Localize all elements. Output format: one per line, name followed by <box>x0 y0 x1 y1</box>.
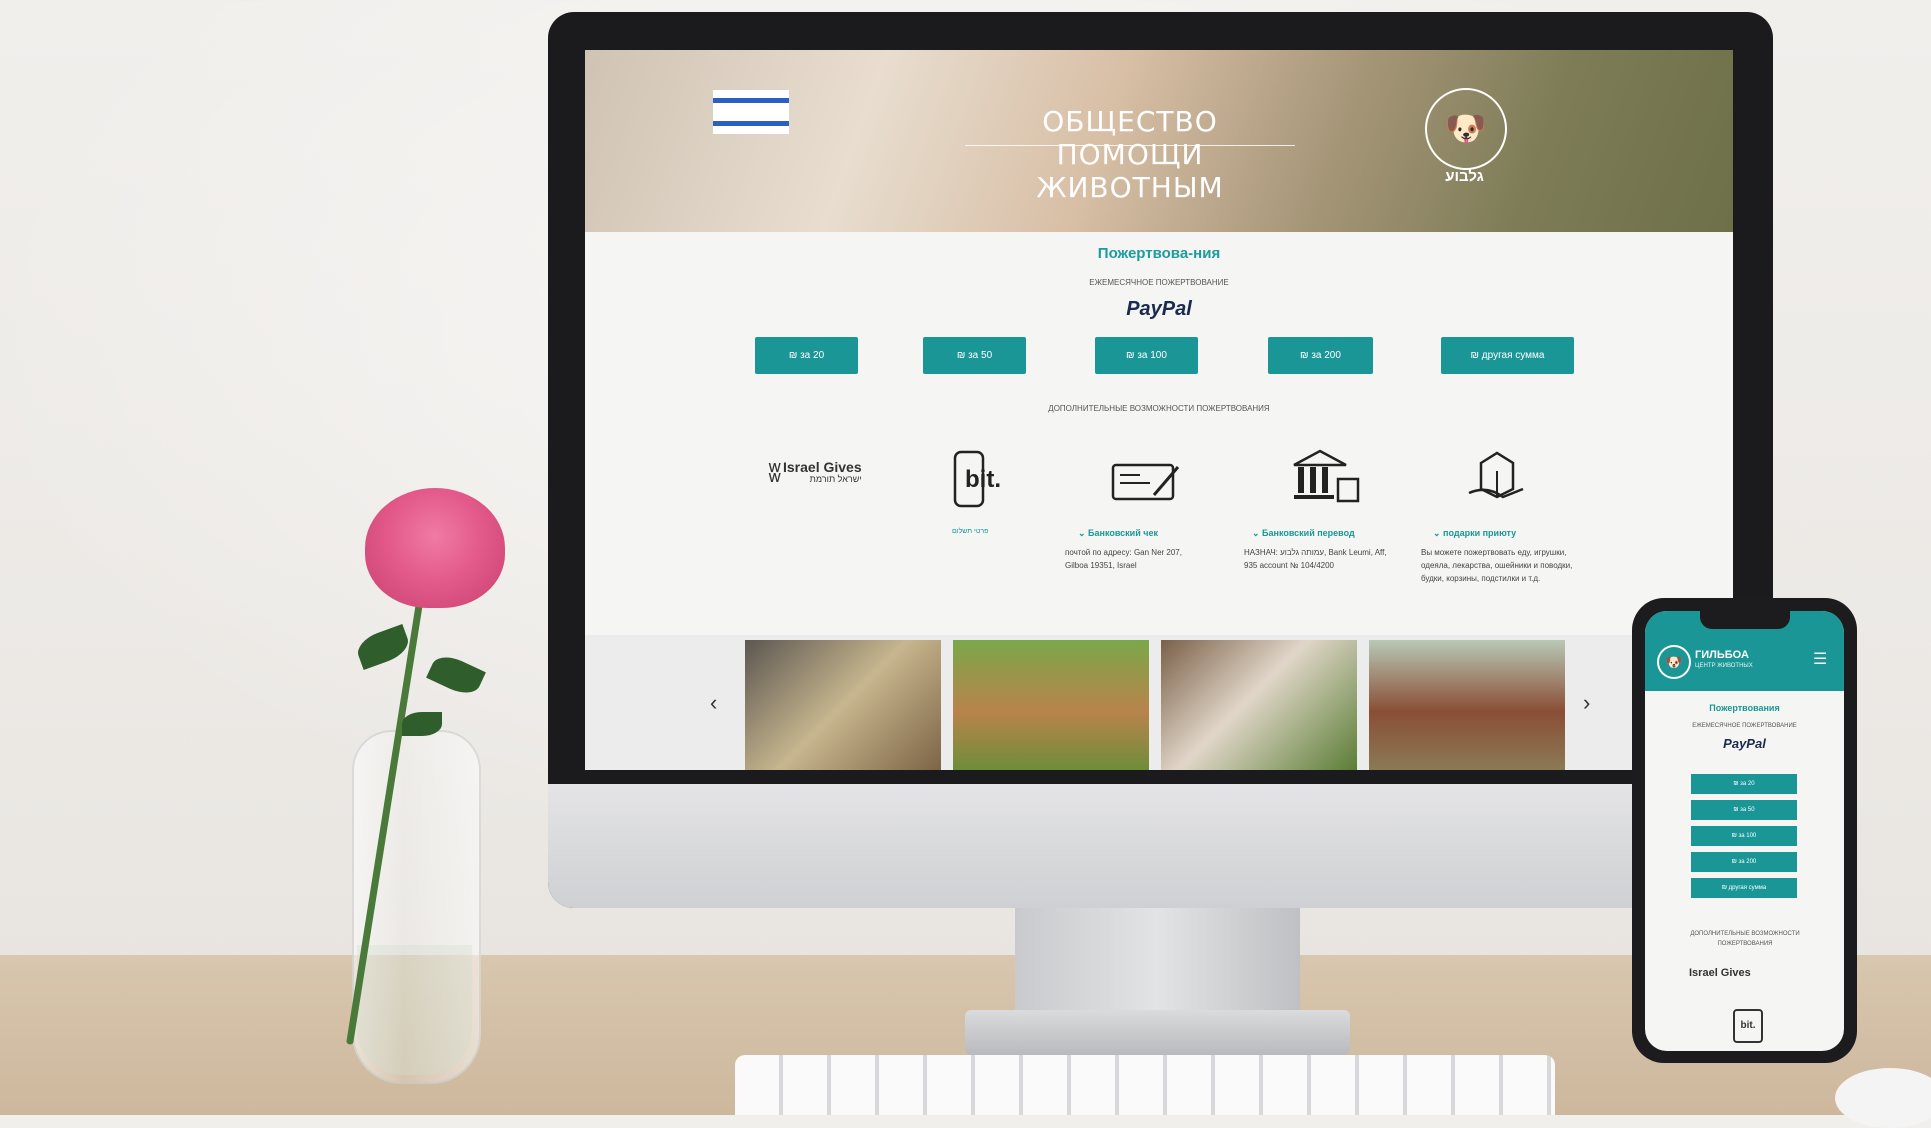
dog-gallery: ‹ › <box>585 635 1733 770</box>
butterfly-icon: ʬ <box>768 457 781 488</box>
phone-monthly-label: ЕЖЕМЕСЯЧНОЕ ПОЖЕРТВОВАНИЕ <box>1692 723 1797 729</box>
dog-photo <box>1161 640 1357 770</box>
gallery-next-arrow-icon[interactable]: › <box>1583 690 1590 716</box>
phone-donate-200-button[interactable]: ₪ за 200 <box>1691 852 1797 872</box>
check-title-label: Банковский чек <box>1088 528 1158 538</box>
gift-text: Вы можете пожертвовать еду, игрушки, оде… <box>1421 548 1573 583</box>
check-title[interactable]: ⌄ Банковский чек <box>1078 528 1158 539</box>
phone-donate-50-button[interactable]: ₪ за 50 <box>1691 800 1797 820</box>
gift-title[interactable]: ⌄ подарки приюту <box>1433 528 1516 539</box>
monitor-stand-base <box>965 1010 1350 1055</box>
phone-donate-other-button[interactable]: ₪ другая сумма <box>1691 878 1797 898</box>
phone-notch <box>1700 611 1790 629</box>
logo-text: גלבוע <box>1445 168 1484 185</box>
bit-label: bit. <box>965 466 1001 493</box>
phone-donate-20-button[interactable]: ₪ за 20 <box>1691 774 1797 794</box>
phone-brand: ГИЛЬБОА <box>1695 649 1749 661</box>
bit-logo[interactable]: bit. <box>949 448 1011 510</box>
phone-header: 🐶 ГИЛЬБОА ЦЕНТР ЖИВОТНЫХ ☰ <box>1645 611 1844 691</box>
israel-flag-icon <box>713 90 789 134</box>
gallery-prev-arrow-icon[interactable]: ‹ <box>710 690 717 716</box>
rose-leaf <box>402 712 442 736</box>
donate-100-button[interactable]: ₪ за 100 <box>1095 337 1198 374</box>
donate-50-button[interactable]: ₪ за 50 <box>923 337 1026 374</box>
phone-dog-logo-icon[interactable]: 🐶 <box>1657 645 1691 679</box>
dog-photo <box>953 640 1149 770</box>
mouse <box>1835 1068 1931 1128</box>
donate-other-button[interactable]: ₪ другая сумма <box>1441 337 1574 374</box>
phone-extra-title: ДОПОЛНИТЕЛЬНЫЕ ВОЗМОЖНОСТИ ПОЖЕРТВОВАНИЯ <box>1690 931 1800 947</box>
title-underline <box>965 145 1295 146</box>
monthly-donation-label: ЕЖЕМЕСЯЧНОЕ ПОЖЕРТВОВАНИЕ <box>1089 278 1229 287</box>
extra-options-title: ДОПОЛНИТЕЛЬНЫЕ ВОЗМОЖНОСТИ ПОЖЕРТВОВАНИЯ <box>1048 404 1270 413</box>
donate-200-button[interactable]: ₪ за 200 <box>1268 337 1373 374</box>
phone-israel-gives-logo[interactable]: Israel Gives <box>1689 967 1751 979</box>
dog-photo <box>745 640 941 770</box>
bank-transfer-text: НАЗНАЧ: עמותה גלבוע, Bank Leumi, Aff, 93… <box>1244 548 1387 570</box>
gift-box-icon <box>1461 445 1533 509</box>
bank-transfer-title[interactable]: ⌄ Банковский перевод <box>1252 528 1355 539</box>
dog-logo-icon[interactable]: 🐶 <box>1425 88 1507 170</box>
hamburger-menu-icon[interactable]: ☰ <box>1813 649 1827 669</box>
monitor-chin <box>548 784 1773 908</box>
phone-screen: 🐶 ГИЛЬБОА ЦЕНТР ЖИВОТНЫХ ☰ Пожертвования… <box>1645 611 1844 1051</box>
hero-banner: ОБЩЕСТВО ПОМОЩИ ЖИВОТНЫМ 🐶 גלבוע <box>585 50 1733 232</box>
site-title: ОБЩЕСТВО ПОМОЩИ ЖИВОТНЫМ <box>1036 105 1224 204</box>
monitor-stand <box>1015 908 1300 1023</box>
donate-20-button[interactable]: ₪ за 20 <box>755 337 858 374</box>
website-screen: ОБЩЕСТВО ПОМОЩИ ЖИВОТНЫМ 🐶 גלבוע Пожертв… <box>585 50 1733 770</box>
dog-photo <box>1369 640 1565 770</box>
phone-paypal-logo: PayPal <box>1723 736 1766 751</box>
pink-rose <box>365 488 505 608</box>
paypal-logo: PayPal <box>1126 298 1192 320</box>
gift-title-label: подарки приюту <box>1443 528 1517 538</box>
israel-gives-label: Israel Gives <box>783 459 862 475</box>
israel-gives-logo[interactable]: ʬ Israel Gives ישראל תורמת <box>745 452 885 494</box>
phone-donations-title: Пожертвования <box>1709 703 1780 713</box>
donations-title: Пожертвова-ния <box>1097 245 1221 262</box>
phone-donate-100-button[interactable]: ₪ за 100 <box>1691 826 1797 846</box>
bit-subtext: פרטי תשלום <box>952 528 989 535</box>
check-icon <box>1110 455 1182 507</box>
phone-bit-logo[interactable]: bit. <box>1733 1009 1763 1043</box>
vase-water <box>357 945 472 1075</box>
check-text: почтой по адресу: Gan Ner 207, Gilboa 19… <box>1065 548 1182 570</box>
bank-transfer-title-label: Банковский перевод <box>1262 528 1355 538</box>
keyboard <box>735 1055 1555 1115</box>
phone-brand-sub: ЦЕНТР ЖИВОТНЫХ <box>1695 663 1753 669</box>
bank-icon <box>1290 445 1362 507</box>
